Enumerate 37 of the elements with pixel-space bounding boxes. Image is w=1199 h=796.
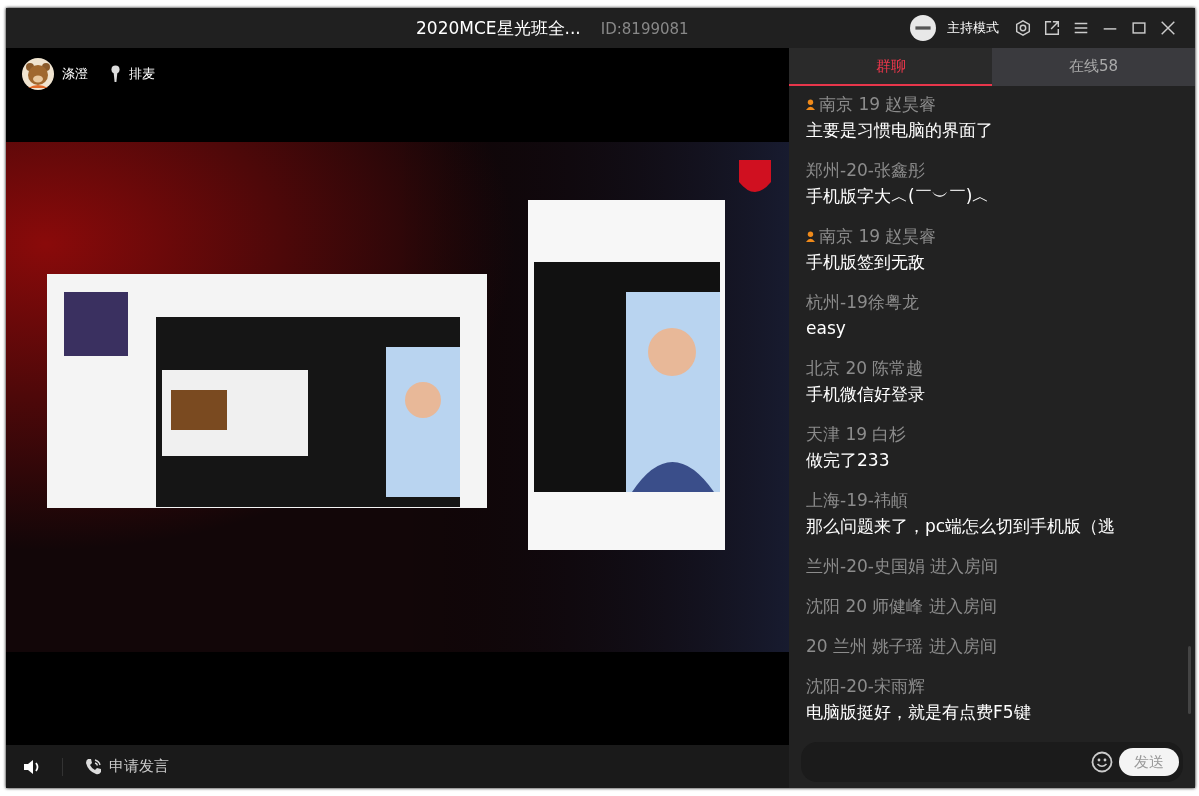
- scrollbar-thumb[interactable]: [1188, 646, 1191, 714]
- join-notice: 兰州-20-史国娟 进入房间: [806, 555, 999, 578]
- emoji-icon[interactable]: [1091, 751, 1113, 773]
- join-notice: 沈阳 20 师健峰 进入房间: [806, 595, 997, 618]
- maximize-icon[interactable]: [1130, 19, 1148, 37]
- avatar-icon[interactable]: [910, 15, 936, 41]
- message-text: 做完了233: [806, 449, 891, 472]
- message-text: 手机版签到无敌: [806, 251, 926, 274]
- tab[interactable]: 在线58: [992, 48, 1195, 86]
- message-text: 那么问题来了，pc端怎么切到手机版（逃: [806, 515, 1117, 538]
- sender-name: 沈阳-20-宋雨辉: [806, 675, 925, 698]
- sender-name: 南京 19 赵昊睿: [819, 225, 937, 248]
- room-id: ID:8199081: [600, 19, 689, 38]
- host-name: 涤澄: [62, 65, 88, 83]
- window-title: 2020MCE星光班全...: [416, 16, 581, 40]
- bear-avatar-icon[interactable]: [22, 58, 54, 90]
- sender-name: 杭州-19徐粤龙: [806, 291, 919, 314]
- close-icon[interactable]: [1159, 19, 1177, 37]
- host-mode-label[interactable]: 主持模式: [947, 19, 999, 37]
- message-text: easy: [806, 317, 847, 340]
- phone-icon[interactable]: [83, 756, 103, 777]
- sender-name: 南京 19 赵昊睿: [819, 93, 937, 116]
- sender-name: 天津 19 白杉: [806, 423, 907, 446]
- request-speak-button[interactable]: 申请发言: [109, 757, 169, 776]
- sender-name: 北京 20 陈常越: [806, 357, 924, 380]
- popout-icon[interactable]: [1043, 19, 1061, 37]
- microphone-icon[interactable]: [110, 65, 121, 83]
- message-text: 手机微信好登录: [806, 383, 926, 406]
- sender-name: 上海-19-祎頔: [806, 489, 908, 512]
- message-text: 电脑版挺好，就是有点费F5键: [806, 701, 1032, 724]
- tab[interactable]: 群聊: [789, 48, 992, 86]
- sender-name: 郑州-20-张鑫彤: [806, 159, 925, 182]
- message-text: 主要是习惯电脑的界面了: [806, 119, 994, 142]
- message-text: 手机版字大︿(￣︶￣)︿: [806, 185, 991, 208]
- join-notice: 20 兰州 姚子瑶 进入房间: [806, 635, 997, 658]
- settings-icon[interactable]: [1014, 19, 1032, 37]
- queue-label[interactable]: 排麦: [129, 65, 155, 83]
